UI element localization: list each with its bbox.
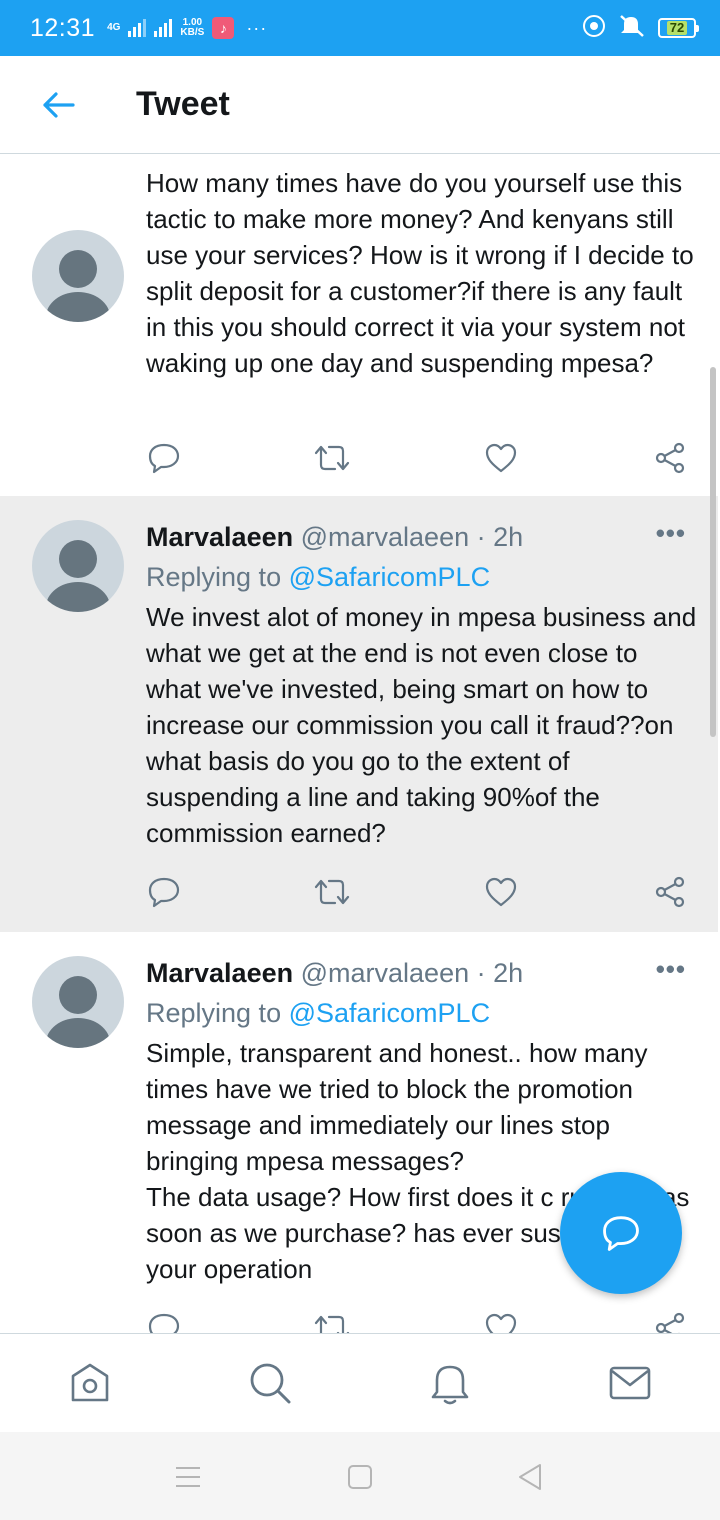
tweet-text: We invest alot of money in mpesa busines…	[146, 602, 697, 848]
music-app-icon: ♪	[212, 17, 235, 39]
tweet-actions	[146, 872, 694, 912]
menu-icon	[176, 1467, 200, 1487]
author-name[interactable]: Marvalaeen	[146, 958, 293, 988]
bell-icon	[431, 1365, 469, 1405]
reply-button[interactable]	[144, 872, 184, 912]
avatar[interactable]	[32, 230, 124, 322]
mention-link[interactable]: @SafaricomPLC	[289, 562, 490, 592]
nav-messages[interactable]	[605, 1358, 655, 1408]
battery-icon: 72	[658, 18, 699, 38]
battery-level: 72	[666, 21, 688, 35]
reply-icon	[148, 877, 180, 908]
retweet-icon	[314, 879, 350, 905]
status-bar: 12:31 4G 1.00 KB/S ♪ ··· 72	[0, 0, 720, 56]
heart-icon	[485, 877, 517, 907]
like-button[interactable]	[481, 1308, 521, 1333]
replying-to-prefix: Replying to	[146, 998, 289, 1028]
arrow-left-icon	[43, 91, 75, 118]
author-handle-time: @marvalaeen · 2h	[300, 522, 524, 552]
avatar[interactable]	[32, 956, 124, 1048]
compose-reply-icon	[603, 1216, 639, 1251]
tweet-item-highlighted[interactable]: Marvalaeen @marvalaeen · 2h ••• Replying…	[0, 496, 718, 932]
retweet-button[interactable]	[312, 438, 352, 478]
heart-icon	[485, 1313, 517, 1333]
signal-icon-2	[154, 19, 173, 37]
replying-to-prefix: Replying to	[146, 562, 289, 592]
tweet-header: Marvalaeen @marvalaeen · 2h	[146, 958, 523, 989]
nav-search[interactable]	[245, 1358, 295, 1408]
back-button[interactable]	[28, 75, 88, 135]
heart-icon	[485, 443, 517, 473]
page-title: Tweet	[136, 85, 230, 123]
author-handle-time: @marvalaeen · 2h	[300, 958, 524, 988]
bottom-navigation	[0, 1333, 720, 1432]
share-icon	[655, 876, 685, 908]
hotspot-icon	[582, 14, 606, 43]
retweet-icon	[314, 445, 350, 471]
more-options-button[interactable]: •••	[656, 518, 686, 549]
top-app-bar: Tweet	[0, 56, 720, 154]
status-time: 12:31	[30, 13, 96, 42]
scrollbar[interactable]	[710, 367, 716, 737]
share-icon	[655, 442, 685, 474]
compose-reply-button[interactable]	[560, 1172, 682, 1294]
nav-home[interactable]	[65, 1358, 115, 1408]
retweet-icon	[314, 1315, 350, 1333]
share-button[interactable]	[650, 438, 690, 478]
replying-to: Replying to @SafaricomPLC	[146, 998, 490, 1029]
mail-icon	[609, 1366, 651, 1400]
tweet-item[interactable]: How many times have do you yourself use …	[0, 155, 718, 496]
network-type-label: 4G	[107, 22, 121, 33]
network-speed: 1.00 KB/S	[180, 18, 204, 38]
mention-link[interactable]: @SafaricomPLC	[289, 998, 490, 1028]
like-button[interactable]	[481, 872, 521, 912]
tweet-header: Marvalaeen @marvalaeen · 2h	[146, 522, 523, 553]
retweet-button[interactable]	[312, 1308, 352, 1333]
replying-to: Replying to @SafaricomPLC	[146, 562, 490, 593]
tweet-thread[interactable]: How many times have do you yourself use …	[0, 155, 720, 1333]
status-right: 72	[582, 14, 699, 43]
tweet-actions	[146, 1308, 694, 1333]
home-system-button[interactable]	[342, 1462, 378, 1492]
tweet-actions	[146, 438, 694, 478]
share-button[interactable]	[650, 1308, 690, 1333]
retweet-button[interactable]	[312, 872, 352, 912]
share-button[interactable]	[650, 872, 690, 912]
search-icon	[250, 1363, 291, 1404]
network-speed-unit: KB/S	[180, 27, 205, 38]
reply-button[interactable]	[144, 1308, 184, 1333]
square-icon	[348, 1465, 372, 1489]
share-icon	[655, 1312, 685, 1333]
system-back-button[interactable]	[512, 1462, 548, 1492]
reply-button[interactable]	[144, 438, 184, 478]
more-options-button[interactable]: •••	[656, 954, 686, 985]
more-notifications-icon: ···	[246, 17, 268, 38]
recent-apps-button[interactable]	[170, 1462, 206, 1492]
reply-icon	[148, 1313, 180, 1333]
home-icon	[71, 1363, 109, 1402]
like-button[interactable]	[481, 438, 521, 478]
tweet-text: How many times have do you yourself use …	[146, 168, 694, 378]
nav-notifications[interactable]	[425, 1358, 475, 1408]
mute-icon	[618, 14, 646, 43]
signal-icon	[128, 19, 147, 37]
author-name[interactable]: Marvalaeen	[146, 522, 293, 552]
triangle-back-icon	[519, 1464, 541, 1490]
status-indicators: 4G 1.00 KB/S ♪ ···	[107, 17, 267, 39]
avatar[interactable]	[32, 520, 124, 612]
system-navigation-bar	[0, 1432, 720, 1520]
reply-icon	[148, 443, 180, 474]
